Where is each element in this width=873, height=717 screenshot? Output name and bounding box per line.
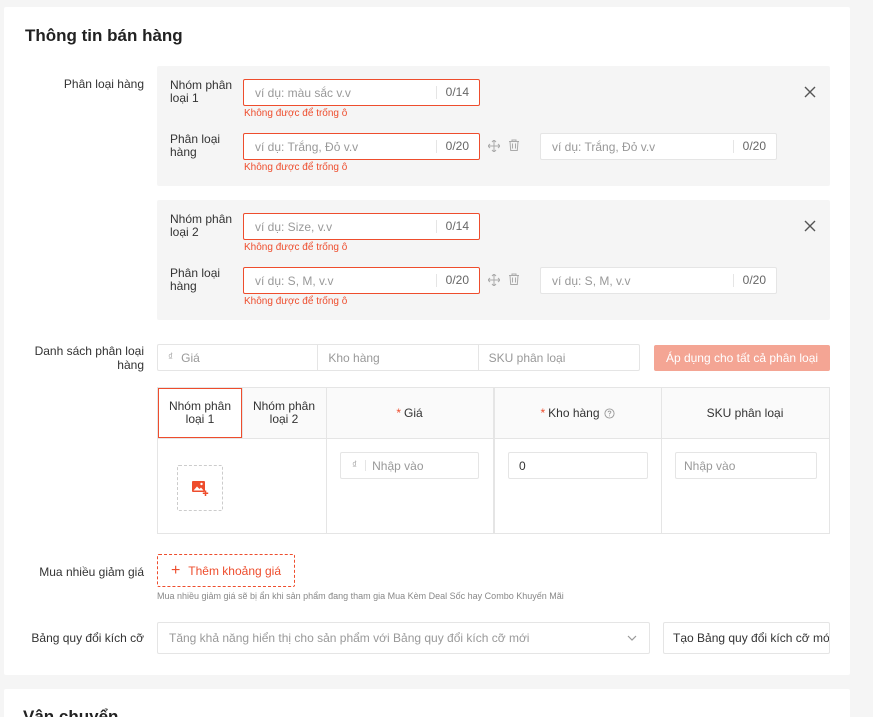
shipping-title: Vận chuyển [23, 707, 119, 717]
group-1-name-placeholder: ví dụ: màu sắc v.v [255, 85, 351, 100]
row-stock-input[interactable]: 0 [508, 452, 648, 479]
group-1-name-counter: 0/14 [435, 86, 479, 99]
wholesale-note: Mua nhiều giảm giá sẽ bị ẩn khi sản phẩm… [157, 591, 564, 601]
group-1-option-label: Phân loại hàng [170, 132, 221, 159]
group-2-option-label: Phân loại hàng [170, 266, 221, 293]
wholesale-label: Mua nhiều giảm giá [39, 565, 144, 579]
add-price-tier-button[interactable]: + Thêm khoảng giá [157, 554, 295, 587]
variation-list-label: Danh sách phân loại hàng [34, 344, 144, 372]
group-2-option-2-placeholder: ví dụ: S, M, v.v [552, 273, 631, 288]
size-chart-label: Bảng quy đổi kích cỡ [31, 631, 144, 645]
group-2-name-error: Không được để trống ô [244, 242, 348, 253]
col-divider [326, 388, 327, 533]
move-icon[interactable] [488, 274, 500, 286]
shipping-card: Vận chuyển [4, 689, 850, 717]
add-image-icon [192, 480, 209, 496]
required-mark: * [540, 405, 546, 420]
variations-label: Phân loại hàng [63, 77, 144, 91]
currency-symbol: ₫ [341, 460, 367, 471]
group-1-name-input[interactable]: ví dụ: màu sắc v.v 0/14 [243, 79, 480, 106]
group-1-option-error: Không được để trống ô [244, 162, 348, 173]
trash-icon[interactable] [508, 273, 520, 285]
variation-table: Nhóm phân loại 1 Nhóm phân loại 2 * Giá … [157, 387, 830, 534]
add-price-tier-label: Thêm khoảng giá [188, 563, 282, 578]
batch-price-placeholder: Giá [181, 350, 200, 365]
header-price: * Giá [326, 388, 493, 438]
col-divider [661, 388, 662, 533]
size-chart-select[interactable]: Tăng khả năng hiển thị cho sản phẩm với … [157, 622, 650, 654]
group-2-option-2-input[interactable]: ví dụ: S, M, v.v 0/20 [540, 267, 777, 294]
batch-price-input[interactable]: ₫ Giá [158, 345, 319, 370]
close-icon[interactable] [803, 219, 817, 233]
group-1-option-2-input[interactable]: ví dụ: Trắng, Đỏ v.v 0/20 [540, 133, 777, 160]
trash-icon[interactable] [508, 139, 520, 151]
header-stock: * Kho hàng [494, 388, 661, 438]
create-size-chart-button[interactable]: Tạo Bảng quy đổi kích cỡ mới [663, 622, 830, 654]
row-sku-placeholder: Nhập vào [684, 458, 736, 473]
plus-icon: + [170, 561, 181, 579]
batch-stock-input[interactable]: Kho hàng [318, 345, 479, 370]
group-2-option-placeholder: ví dụ: S, M, v.v [255, 273, 334, 288]
help-circle-icon[interactable] [603, 407, 615, 419]
batch-sku-input[interactable]: SKU phân loại [479, 345, 639, 370]
header-price-label: Giá [403, 405, 423, 420]
header-group-2[interactable]: Nhóm phân loại 2 [242, 388, 326, 438]
group-1-option-placeholder: ví dụ: Trắng, Đỏ v.v [255, 139, 359, 154]
group-2-name-label: Nhóm phân loại 2 [170, 212, 233, 239]
section-title: Thông tin bán hàng [25, 26, 183, 45]
row-price-placeholder: Nhập vào [372, 458, 424, 473]
header-stock-label: Kho hàng [548, 405, 600, 420]
sales-info-card: Thông tin bán hàng Phân loại hàng Nhóm p… [4, 7, 850, 675]
required-mark: * [396, 405, 401, 420]
apply-all-button[interactable]: Áp dụng cho tất cả phân loại [654, 345, 830, 371]
row-sku-input[interactable]: Nhập vào [675, 452, 817, 479]
move-icon[interactable] [488, 140, 500, 152]
group-2-option-counter: 0/20 [435, 274, 479, 287]
header-group-1[interactable]: Nhóm phân loại 1 [158, 388, 242, 438]
group-1-name-label: Nhóm phân loại 1 [170, 78, 233, 105]
group-1-option-2-counter: 0/20 [732, 140, 776, 153]
group-2-option-error: Không được để trống ô [244, 296, 348, 307]
header-sku: SKU phân loại [706, 405, 784, 420]
col-divider [494, 388, 495, 533]
size-chart-placeholder: Tăng khả năng hiển thị cho sản phẩm với … [169, 631, 530, 645]
row-stock-value: 0 [519, 458, 526, 473]
group-2-option-input[interactable]: ví dụ: S, M, v.v 0/20 [243, 267, 480, 294]
batch-sku-placeholder: SKU phân loại [488, 350, 566, 365]
batch-edit-inputs: ₫ Giá Kho hàng SKU phân loại [157, 344, 640, 371]
col-divider [242, 388, 243, 438]
row-price-input[interactable]: ₫ Nhập vào [340, 452, 479, 479]
variation-group-2-panel: Nhóm phân loại 2 ví dụ: Size, v.v 0/14 K… [157, 200, 830, 320]
chevron-down-icon [627, 635, 637, 641]
group-2-name-counter: 0/14 [435, 220, 479, 233]
image-upload-button[interactable] [177, 465, 223, 511]
batch-stock-placeholder: Kho hàng [328, 350, 380, 365]
group-1-name-error: Không được để trống ô [244, 108, 348, 119]
group-1-option-input[interactable]: ví dụ: Trắng, Đỏ v.v 0/20 [243, 133, 480, 160]
group-1-option-counter: 0/20 [435, 140, 479, 153]
group-2-name-placeholder: ví dụ: Size, v.v [255, 219, 333, 234]
close-icon[interactable] [803, 85, 817, 99]
currency-symbol: ₫ [168, 352, 174, 363]
group-2-name-input[interactable]: ví dụ: Size, v.v 0/14 [243, 213, 480, 240]
group-1-option-2-placeholder: ví dụ: Trắng, Đỏ v.v [552, 139, 656, 154]
variation-group-1-panel: Nhóm phân loại 1 ví dụ: màu sắc v.v 0/14… [157, 66, 830, 186]
group-2-option-2-counter: 0/20 [732, 274, 776, 287]
